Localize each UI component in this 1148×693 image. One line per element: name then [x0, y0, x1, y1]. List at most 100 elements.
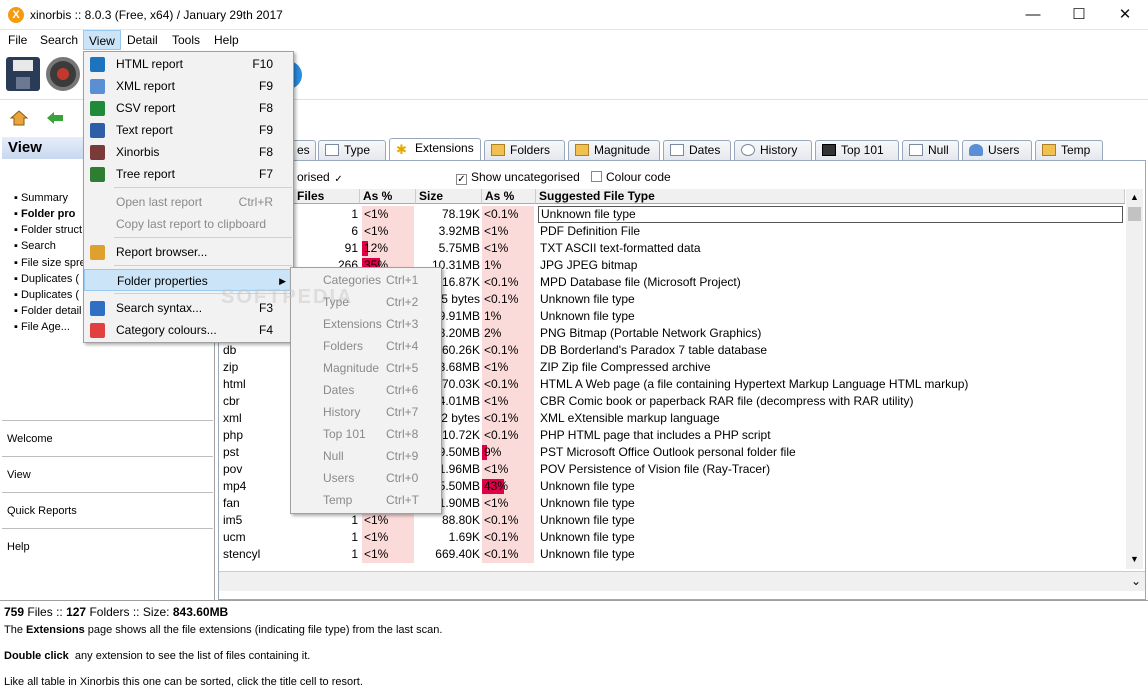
view-menu-item-open-last-report[interactable]: Open last report Ctrl+R — [84, 191, 293, 213]
table-row[interactable]: 1 <1% 78.19K <0.1% Unknown file type — [220, 206, 1125, 223]
nav-help[interactable]: Help — [2, 528, 213, 564]
window-title: xinorbis :: 8.0.3 (Free, x64) / January … — [30, 8, 283, 22]
back-arrow-icon[interactable] — [46, 111, 64, 125]
view-menu-item-html-report[interactable]: HTML report F10 — [84, 53, 293, 75]
show-uncategorised-checkbox[interactable]: ✓ Show uncategorised — [456, 170, 580, 185]
menu-tools[interactable]: Tools — [172, 33, 200, 47]
menu-search[interactable]: Search — [40, 33, 78, 47]
table-row[interactable]: 6 <1% 3.92MB <1% PDF Definition File — [220, 223, 1125, 240]
tab-extensions[interactable]: ✱ Extensions — [389, 138, 481, 160]
tab-type[interactable]: Type — [318, 140, 386, 160]
submenu-item-extensions[interactable]: Extensions Ctrl+3 — [291, 313, 441, 335]
cell-file-type: Unknown file type — [540, 496, 635, 510]
submenu-item-history[interactable]: History Ctrl+7 — [291, 401, 441, 423]
scroll-thumb[interactable] — [1128, 207, 1141, 221]
menu-view[interactable]: View — [83, 30, 121, 50]
submenu-item-magnitude[interactable]: Magnitude Ctrl+5 — [291, 357, 441, 379]
scroll-up-icon[interactable]: ▲ — [1126, 189, 1143, 206]
close-button[interactable]: ✕ — [1102, 0, 1148, 30]
left-item-summary[interactable]: ▪ Summary — [14, 192, 68, 204]
header-files-pct[interactable]: As % — [360, 189, 416, 204]
nav-view[interactable]: View — [2, 456, 213, 492]
vertical-scrollbar[interactable]: ▲ ▼ — [1126, 189, 1143, 569]
cell-size-pct: 1% — [482, 308, 534, 325]
save-icon[interactable] — [6, 57, 40, 91]
left-item-file-size-spread[interactable]: ▪ File size spre — [14, 257, 86, 269]
tab-top-101[interactable]: Top 101 — [815, 140, 899, 160]
tab-history[interactable]: History — [734, 140, 812, 160]
tab-temp[interactable]: Temp — [1035, 140, 1103, 160]
table-row[interactable]: stencyl 1 <1% 669.40K <0.1% Unknown file type — [220, 546, 1125, 563]
folder-icon — [491, 144, 505, 156]
left-item-duplicates-1[interactable]: ▪ Duplicates ( — [14, 273, 79, 285]
book-icon — [90, 301, 105, 316]
submenu-item-null[interactable]: Null Ctrl+9 — [291, 445, 441, 467]
menu-file[interactable]: File — [8, 33, 27, 47]
cell-files: 1 — [351, 513, 358, 527]
scroll-down-icon[interactable]: ▼ — [1126, 551, 1143, 568]
text-icon — [90, 123, 105, 138]
left-item-folder-properties[interactable]: ▪ Folder pro — [14, 208, 75, 220]
left-item-duplicates-2[interactable]: ▪ Duplicates ( — [14, 289, 79, 301]
minimize-button[interactable]: — — [1010, 0, 1056, 30]
maximize-button[interactable]: ☐ — [1056, 0, 1102, 30]
left-item-folder-details[interactable]: ▪ Folder detail — [14, 305, 82, 317]
folder-properties-submenu: SOFTPEDIA Categories Ctrl+1 Type Ctrl+2 Exte… — [221, 267, 442, 514]
tab-dates[interactable]: Dates — [663, 140, 731, 160]
categorised-option[interactable]: orised ✓ — [297, 170, 348, 186]
cell-size-pct: <0.1% — [482, 427, 534, 444]
view-menu-item-xinorbis[interactable]: Xinorbis F8 — [84, 141, 293, 163]
cell-extension: stencyl — [223, 547, 261, 561]
submenu-item-folders[interactable]: Folders Ctrl+4 — [291, 335, 441, 357]
details-dropdown-bar[interactable]: ⌄ — [219, 571, 1145, 591]
header-size-pct[interactable]: As % — [482, 189, 536, 204]
header-size[interactable]: Size — [416, 189, 482, 204]
submenu-item-categories[interactable]: Categories Ctrl+1 — [291, 269, 441, 291]
cell-file-type: Unknown file type — [540, 479, 635, 493]
folder-icon — [1042, 144, 1056, 156]
view-menu-item-report-browser[interactable]: Report browser... — [84, 241, 293, 263]
submenu-item-dates[interactable]: Dates Ctrl+6 — [291, 379, 441, 401]
left-item-search[interactable]: ▪ Search — [14, 240, 56, 252]
cell-files-pct: <1% — [362, 512, 414, 529]
menu-detail[interactable]: Detail — [127, 33, 158, 47]
left-item-folder-structure[interactable]: ▪ Folder struct — [14, 224, 82, 236]
header-files[interactable]: Files — [294, 189, 360, 204]
checkbox-empty-icon — [591, 171, 602, 182]
table-row[interactable]: im5 1 <1% 88.80K <0.1% Unknown file type — [220, 512, 1125, 529]
cell-extension: php — [223, 428, 244, 442]
tab-null[interactable]: Null — [902, 140, 959, 160]
header-file-type[interactable]: Suggested File Type — [536, 189, 1125, 204]
cell-files-pct: <1% — [362, 529, 414, 546]
home-icon[interactable] — [9, 110, 29, 126]
scan-icon[interactable] — [46, 57, 80, 91]
submenu-item-type[interactable]: Type Ctrl+2 — [291, 291, 441, 313]
table-row[interactable]: 91 12% 5.75MB <1% TXT ASCII text-formatted d… — [220, 240, 1125, 257]
nav-welcome[interactable]: Welcome — [2, 420, 213, 456]
cell-file-type: PST Microsoft Office Outlook personal fo… — [540, 445, 796, 459]
view-menu-item-xml-report[interactable]: XML report F9 — [84, 75, 293, 97]
tab-magnitude[interactable]: Magnitude — [568, 140, 660, 160]
submenu-item-temp[interactable]: Temp Ctrl+T — [291, 489, 441, 511]
view-menu-item-copy-last-report-to-clipboard[interactable]: Copy last report to clipboard — [84, 213, 293, 235]
submenu-item-users[interactable]: Users Ctrl+0 — [291, 467, 441, 489]
cell-extension: pst — [223, 445, 240, 459]
submenu-item-top-101[interactable]: Top 101 Ctrl+8 — [291, 423, 441, 445]
nav-quick-reports[interactable]: Quick Reports — [2, 492, 213, 528]
colour-code-checkbox[interactable]: Colour code — [591, 170, 671, 184]
view-menu-item-tree-report[interactable]: Tree report F7 — [84, 163, 293, 185]
cell-file-type: PHP HTML page that includes a PHP script — [540, 428, 771, 442]
left-item-file-age[interactable]: ▪ File Age... — [14, 321, 70, 333]
menu-help[interactable]: Help — [214, 33, 239, 47]
palette-icon — [90, 323, 105, 338]
cell-files-pct: 12% — [362, 240, 414, 257]
view-menu-item-text-report[interactable]: Text report F9 — [84, 119, 293, 141]
xinorbis-icon — [90, 145, 105, 160]
table-row[interactable]: ucm 1 <1% 1.69K <0.1% Unknown file type — [220, 529, 1125, 546]
view-menu-item-category-colours[interactable]: Category colours... F4 — [84, 319, 293, 341]
tab-folders[interactable]: Folders — [484, 140, 565, 160]
cell-files: 6 — [351, 224, 358, 238]
view-menu-item-csv-report[interactable]: CSV report F8 — [84, 97, 293, 119]
chevron-down-icon[interactable]: ⌄ — [1131, 574, 1141, 588]
tab-users[interactable]: Users — [962, 140, 1032, 160]
